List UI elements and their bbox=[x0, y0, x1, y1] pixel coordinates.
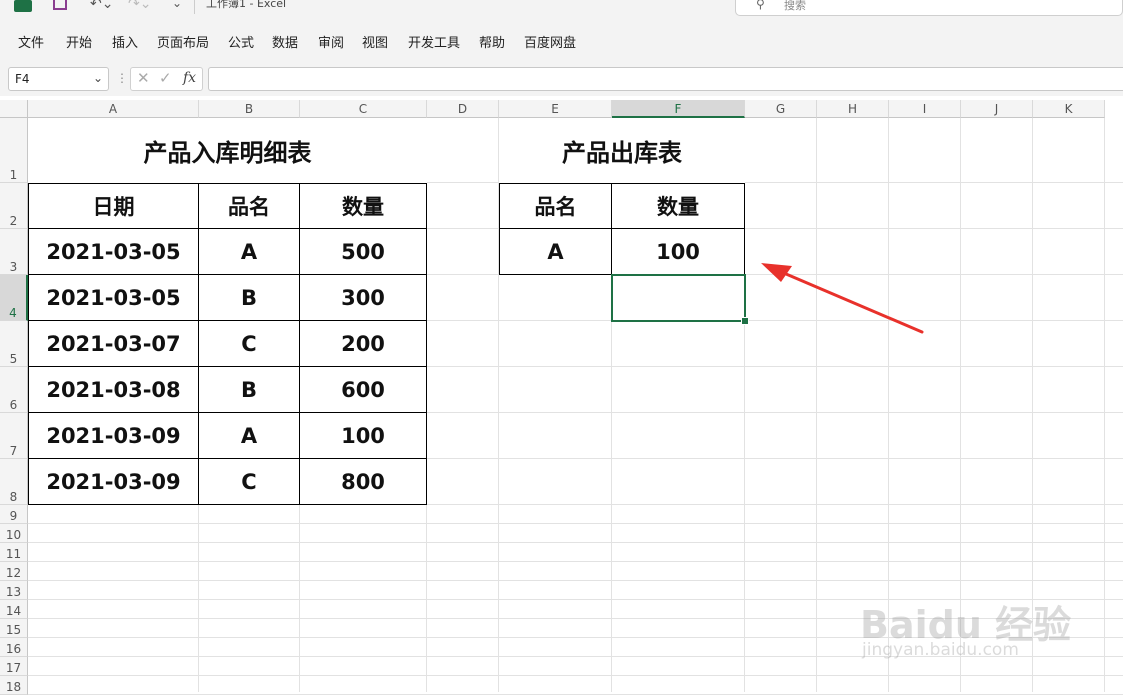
arrow-shaft bbox=[770, 266, 924, 334]
arrow-head bbox=[761, 263, 792, 282]
watermark-url: jingyan.baidu.com bbox=[862, 640, 1019, 660]
baidu-watermark: Baidu 经验 jingyan.baidu.com bbox=[860, 572, 1075, 672]
